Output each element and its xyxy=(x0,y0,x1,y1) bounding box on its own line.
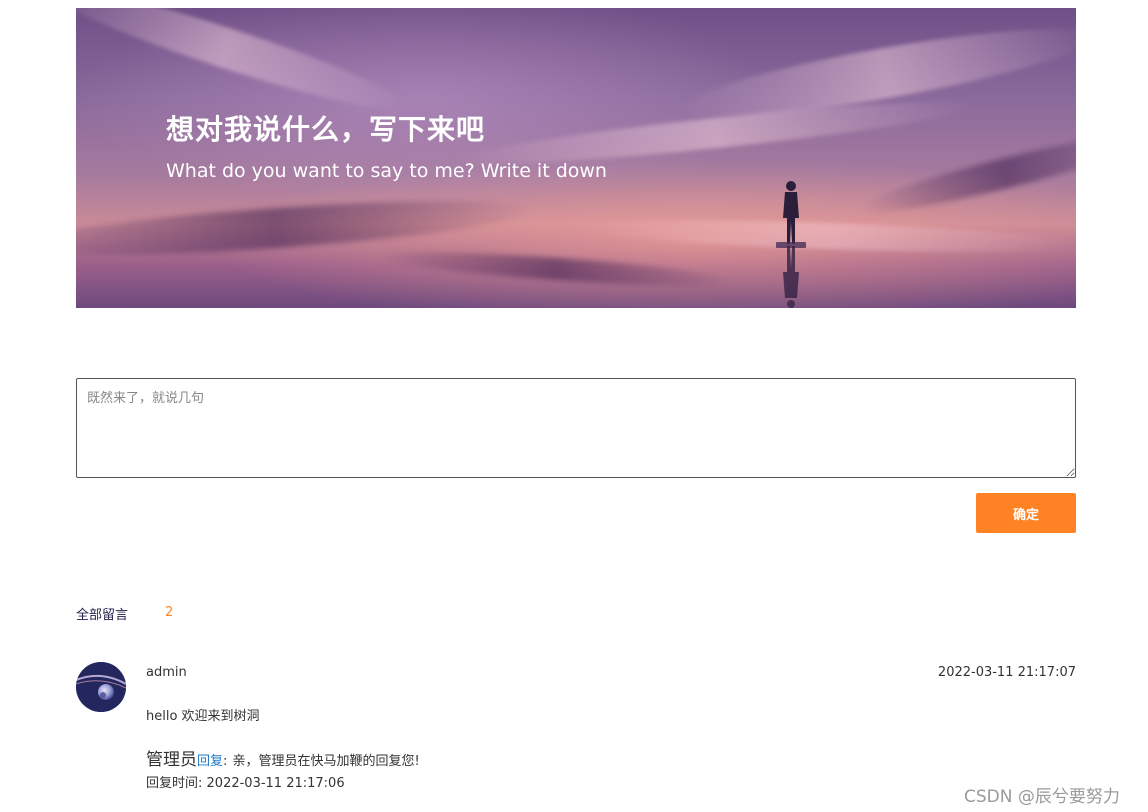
comment-text: hello 欢迎来到树洞 xyxy=(146,709,260,724)
comment-username: admin xyxy=(146,665,187,680)
reply-content: 亲，管理员在快马加鞭的回复您! xyxy=(232,754,420,769)
hero-banner: 想对我说什么，写下来吧 What do you want to say to m… xyxy=(76,8,1076,308)
reply-time-label: 回复时间: xyxy=(146,776,203,791)
comments-count: 2 xyxy=(165,605,174,620)
banner-subtitle: What do you want to say to me? Write it … xyxy=(166,160,607,182)
admin-reply: 管理员回复: 亲，管理员在快马加鞭的回复您! xyxy=(146,745,420,770)
person-silhouette-icon xyxy=(776,181,806,308)
reply-time-row: 回复时间: 2022-03-11 21:17:06 xyxy=(146,772,345,791)
reply-link[interactable]: 回复 xyxy=(197,754,223,769)
reply-time: 2022-03-11 21:17:06 xyxy=(206,776,345,791)
watermark: CSDN @辰兮要努力 xyxy=(964,787,1120,807)
banner-title: 想对我说什么，写下来吧 xyxy=(166,113,486,146)
message-input[interactable] xyxy=(76,378,1076,478)
avatar xyxy=(76,662,126,712)
all-comments-label: 全部留言 xyxy=(76,608,129,623)
submit-button[interactable]: 确定 xyxy=(976,493,1076,533)
planet-avatar-icon xyxy=(76,662,126,712)
comment-time: 2022-03-11 21:17:07 xyxy=(937,665,1076,680)
guestbook-page: 想对我说什么，写下来吧 What do you want to say to m… xyxy=(0,0,1148,812)
reply-author: 管理员 xyxy=(146,750,197,770)
reply-separator: : xyxy=(223,754,228,769)
